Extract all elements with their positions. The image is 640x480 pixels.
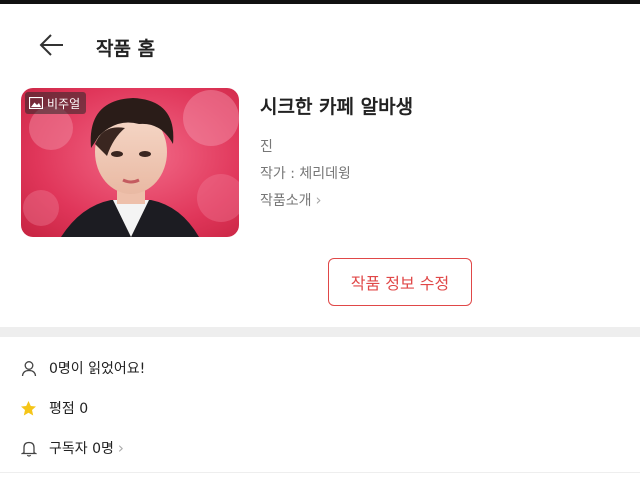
image-icon bbox=[29, 97, 43, 109]
back-button[interactable] bbox=[32, 28, 72, 64]
back-arrow-icon bbox=[39, 34, 63, 56]
character-name: 진 bbox=[260, 139, 273, 155]
visual-badge: 비주얼 bbox=[25, 92, 87, 114]
readers-row: 0명이 읽었어요! bbox=[20, 356, 145, 380]
cover-image[interactable]: 비주얼 bbox=[21, 88, 239, 237]
rating-value: 평점 0 bbox=[49, 401, 89, 417]
work-title: 시크한 카페 알바생 bbox=[260, 96, 414, 118]
intro-link[interactable]: 작품소개 › bbox=[260, 190, 322, 210]
section-divider bbox=[0, 327, 640, 337]
intro-label: 작품소개 bbox=[260, 193, 312, 209]
person-icon bbox=[20, 360, 37, 377]
subscribers-count: 구독자 0명 bbox=[49, 441, 114, 457]
chevron-right-icon: › bbox=[117, 439, 124, 457]
author-line: 작가 : 체리데윙 bbox=[260, 166, 351, 182]
readers-count: 0명이 읽었어요! bbox=[49, 361, 146, 377]
rating-row: 평점 0 bbox=[20, 396, 88, 420]
bottom-divider bbox=[0, 472, 640, 473]
page-title: 작품 홈 bbox=[96, 38, 156, 60]
chevron-right-icon: › bbox=[315, 191, 322, 209]
edit-work-info-button[interactable]: 작품 정보 수정 bbox=[328, 258, 472, 306]
bell-icon bbox=[20, 440, 37, 457]
star-icon bbox=[20, 400, 37, 417]
subscribers-row[interactable]: 구독자 0명 › bbox=[20, 436, 124, 460]
visual-badge-label: 비주얼 bbox=[47, 96, 81, 111]
header: 작품 홈 bbox=[0, 4, 640, 84]
